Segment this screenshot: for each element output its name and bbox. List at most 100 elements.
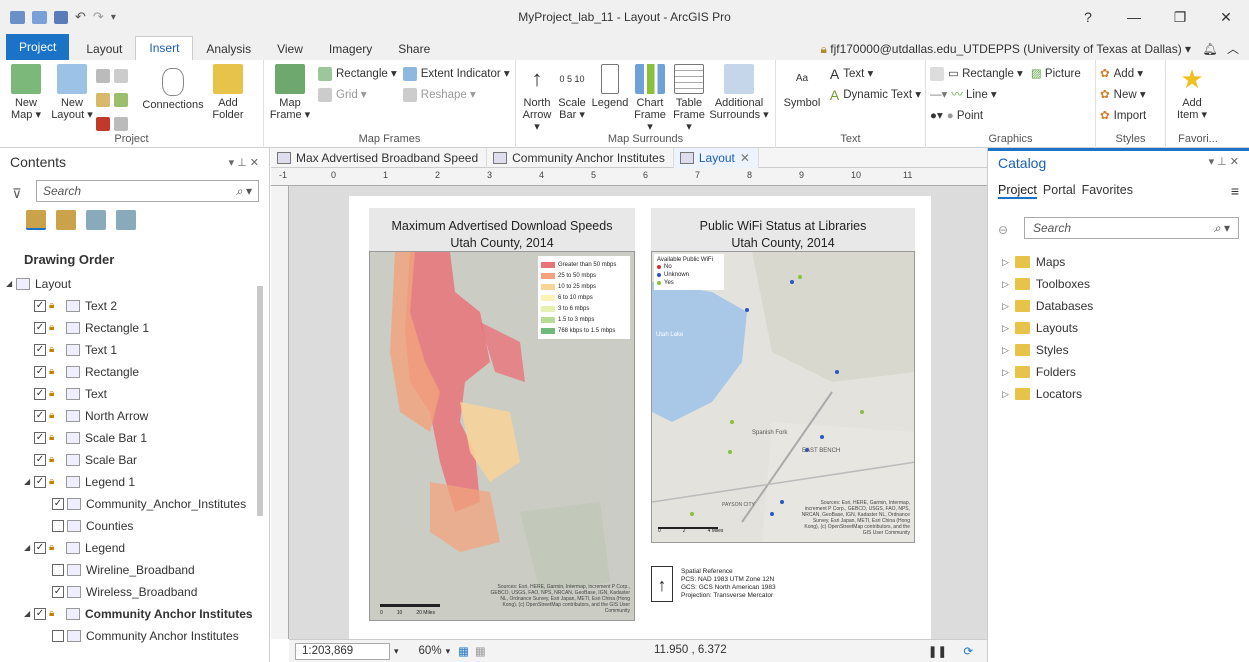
user-account[interactable]: 🔒︎ fjf170000@utdallas.edu_UTDEPPS (Unive… bbox=[821, 40, 1240, 57]
expand-icon[interactable]: ▷ bbox=[1002, 251, 1009, 273]
reshape-button[interactable]: Reshape ▾ bbox=[402, 85, 510, 105]
filter-icon[interactable]: ⊽ bbox=[12, 186, 22, 202]
expand-icon[interactable]: ▷ bbox=[1002, 295, 1009, 317]
notification-icon[interactable]: 🔔︎ bbox=[1202, 42, 1217, 56]
north-arrow-element[interactable]: ↑ bbox=[651, 566, 673, 602]
map2-legend[interactable]: Available Public WiFi No Unknown Yes bbox=[654, 254, 724, 290]
contents-item[interactable]: ✓ 🔒︎ Rectangle 1 bbox=[0, 317, 269, 339]
tab-project[interactable]: Project bbox=[6, 34, 70, 60]
visibility-checkbox[interactable] bbox=[52, 564, 64, 576]
visibility-checkbox[interactable]: ✓ bbox=[34, 410, 46, 422]
lock-element-icon[interactable]: 🔒︎ bbox=[49, 322, 63, 334]
visibility-checkbox[interactable]: ✓ bbox=[34, 366, 46, 378]
tab-insert[interactable]: Insert bbox=[135, 36, 194, 60]
new-map-button[interactable]: New Map ▾ bbox=[4, 64, 48, 134]
list-by-selection-icon[interactable] bbox=[116, 210, 136, 230]
text-button[interactable]: A Text ▾ bbox=[830, 64, 921, 84]
visibility-checkbox[interactable] bbox=[52, 630, 64, 642]
doc-tab-community-anchor[interactable]: Community Anchor Institutes bbox=[487, 148, 674, 168]
contents-scrollbar[interactable] bbox=[257, 286, 263, 516]
lock-element-icon[interactable]: 🔒︎ bbox=[49, 432, 63, 444]
task-icon[interactable] bbox=[114, 93, 128, 107]
contents-item[interactable]: ✓ 🔒︎ Scale Bar bbox=[0, 449, 269, 471]
lock-element-icon[interactable]: 🔒︎ bbox=[49, 388, 63, 400]
map2-title[interactable]: Public WiFi Status at Libraries Utah Cou… bbox=[651, 208, 915, 251]
catalog-item[interactable]: ▷ Maps bbox=[1002, 251, 1249, 273]
doc-tab-layout[interactable]: Layout ✕ bbox=[673, 148, 759, 168]
tab-share[interactable]: Share bbox=[385, 38, 443, 60]
catalog-tab-portal[interactable]: Portal bbox=[1043, 183, 1076, 199]
collapse-ribbon-icon[interactable]: ︿ bbox=[1227, 42, 1239, 56]
contents-item[interactable]: ◢ ✓ 🔒︎ Community Anchor Institutes bbox=[0, 603, 269, 625]
contents-item[interactable]: ✓ 🔒︎ Text 1 bbox=[0, 339, 269, 361]
map1-legend[interactable]: Greater than 50 mbps 25 to 50 mbps 10 to 2… bbox=[538, 256, 630, 339]
visibility-checkbox[interactable]: ✓ bbox=[34, 454, 46, 466]
save-icon[interactable] bbox=[54, 10, 68, 24]
expand-icon[interactable]: ▷ bbox=[1002, 317, 1009, 339]
visibility-checkbox[interactable]: ✓ bbox=[34, 344, 46, 356]
refresh-icon[interactable]: ⟳ bbox=[963, 644, 973, 658]
picture-button[interactable]: ▨ Picture bbox=[1031, 64, 1081, 84]
minimize-button[interactable]: — bbox=[1111, 0, 1157, 34]
catalog-tab-project[interactable]: Project bbox=[998, 183, 1037, 199]
lock-element-icon[interactable]: 🔒︎ bbox=[49, 344, 63, 356]
catalog-pane-controls[interactable]: ▾ ⊥ ✕ bbox=[1209, 155, 1239, 171]
line-color-icon[interactable]: —▾ bbox=[930, 85, 947, 105]
legend-button[interactable]: Legend bbox=[590, 64, 630, 133]
contents-item[interactable]: ◢ Layout bbox=[0, 273, 269, 295]
point-button[interactable]: ● Point bbox=[947, 106, 983, 126]
visibility-checkbox[interactable]: ✓ bbox=[34, 432, 46, 444]
contents-item[interactable]: ✓ 🔒︎ North Arrow bbox=[0, 405, 269, 427]
zoom-level[interactable]: 60% bbox=[419, 645, 442, 657]
zoom-dropdown-icon[interactable]: ▾ bbox=[446, 646, 451, 657]
catalog-search-input[interactable]: Search ⌕ ▾ bbox=[1024, 217, 1239, 239]
back-icon[interactable]: ⊖ bbox=[998, 223, 1008, 237]
list-by-visibility-icon[interactable] bbox=[86, 210, 106, 230]
visibility-checkbox[interactable]: ✓ bbox=[34, 542, 46, 554]
layout-canvas[interactable]: Maximum Advertised Download Speeds Utah … bbox=[289, 186, 987, 639]
scale-dropdown-icon[interactable]: ▾ bbox=[394, 646, 399, 657]
point-color-icon[interactable]: ●▾ bbox=[930, 106, 943, 126]
toolbox-red-icon[interactable] bbox=[96, 117, 110, 131]
visibility-checkbox[interactable]: ✓ bbox=[52, 586, 64, 598]
catalog-item[interactable]: ▷ Toolboxes bbox=[1002, 273, 1249, 295]
scale-bar-button[interactable]: 0 5 10 Scale Bar ▾ bbox=[555, 64, 589, 133]
new-layout-button[interactable]: New Layout ▾ bbox=[50, 64, 94, 134]
contents-item[interactable]: ✓ 🔒︎ Text 2 bbox=[0, 295, 269, 317]
list-by-type-icon[interactable] bbox=[56, 210, 76, 230]
snapping-icon[interactable]: ▦ bbox=[458, 644, 469, 658]
additional-surrounds-button[interactable]: Additional Surrounds ▾ bbox=[709, 64, 769, 133]
customize-qat-icon[interactable]: ▾ bbox=[111, 12, 116, 23]
catalog-item[interactable]: ▷ Layouts bbox=[1002, 317, 1249, 339]
chart-frame-button[interactable]: Chart Frame ▾ bbox=[631, 64, 669, 133]
dynamic-text-button[interactable]: A Dynamic Text ▾ bbox=[830, 85, 921, 105]
visibility-checkbox[interactable]: ✓ bbox=[34, 476, 46, 488]
visibility-checkbox[interactable] bbox=[52, 520, 64, 532]
contents-item[interactable]: ◢ ✓ 🔒︎ Legend bbox=[0, 537, 269, 559]
catalog-menu-icon[interactable]: ≡ bbox=[1231, 183, 1239, 199]
grid-button[interactable]: Grid ▾ bbox=[318, 85, 397, 105]
connections-button[interactable]: Connections bbox=[142, 64, 204, 134]
pause-drawing-icon[interactable]: ❚❚ bbox=[928, 644, 947, 658]
new-style-button[interactable]: ✿ New ▾ bbox=[1100, 85, 1161, 105]
toolbox-icon[interactable] bbox=[114, 69, 128, 83]
expand-icon[interactable]: ▷ bbox=[1002, 383, 1009, 405]
map1-title[interactable]: Maximum Advertised Download Speeds Utah … bbox=[369, 208, 635, 251]
new-project-icon[interactable] bbox=[10, 10, 25, 24]
add-item-button[interactable]: ★ Add Item ▾ bbox=[1170, 64, 1214, 121]
visibility-checkbox[interactable]: ✓ bbox=[34, 322, 46, 334]
map-frame-button[interactable]: Map Frame ▾ bbox=[268, 64, 312, 121]
tab-analysis[interactable]: Analysis bbox=[193, 38, 264, 60]
map-frame-wifi[interactable]: Available Public WiFi No Unknown Yes Utah … bbox=[651, 251, 915, 543]
lock-element-icon[interactable]: 🔒︎ bbox=[49, 366, 63, 378]
close-tab-icon[interactable]: ✕ bbox=[740, 148, 750, 168]
contents-search-input[interactable]: Search ⌕ ▾ bbox=[36, 180, 259, 202]
rectangle-graphic-button[interactable]: ▭ Rectangle ▾ bbox=[948, 64, 1023, 84]
drawing-order-icon[interactable] bbox=[26, 210, 46, 230]
lock-element-icon[interactable]: 🔒︎ bbox=[49, 410, 63, 422]
expand-icon[interactable]: ◢ bbox=[24, 537, 34, 559]
map-frame-broadband[interactable]: Greater than 50 mbps 25 to 50 mbps 10 to 2… bbox=[369, 251, 635, 621]
lock-element-icon[interactable]: 🔒︎ bbox=[49, 542, 63, 554]
lock-element-icon[interactable]: 🔒︎ bbox=[49, 454, 63, 466]
contents-item[interactable]: ✓ Community_Anchor_Institutes bbox=[0, 493, 269, 515]
